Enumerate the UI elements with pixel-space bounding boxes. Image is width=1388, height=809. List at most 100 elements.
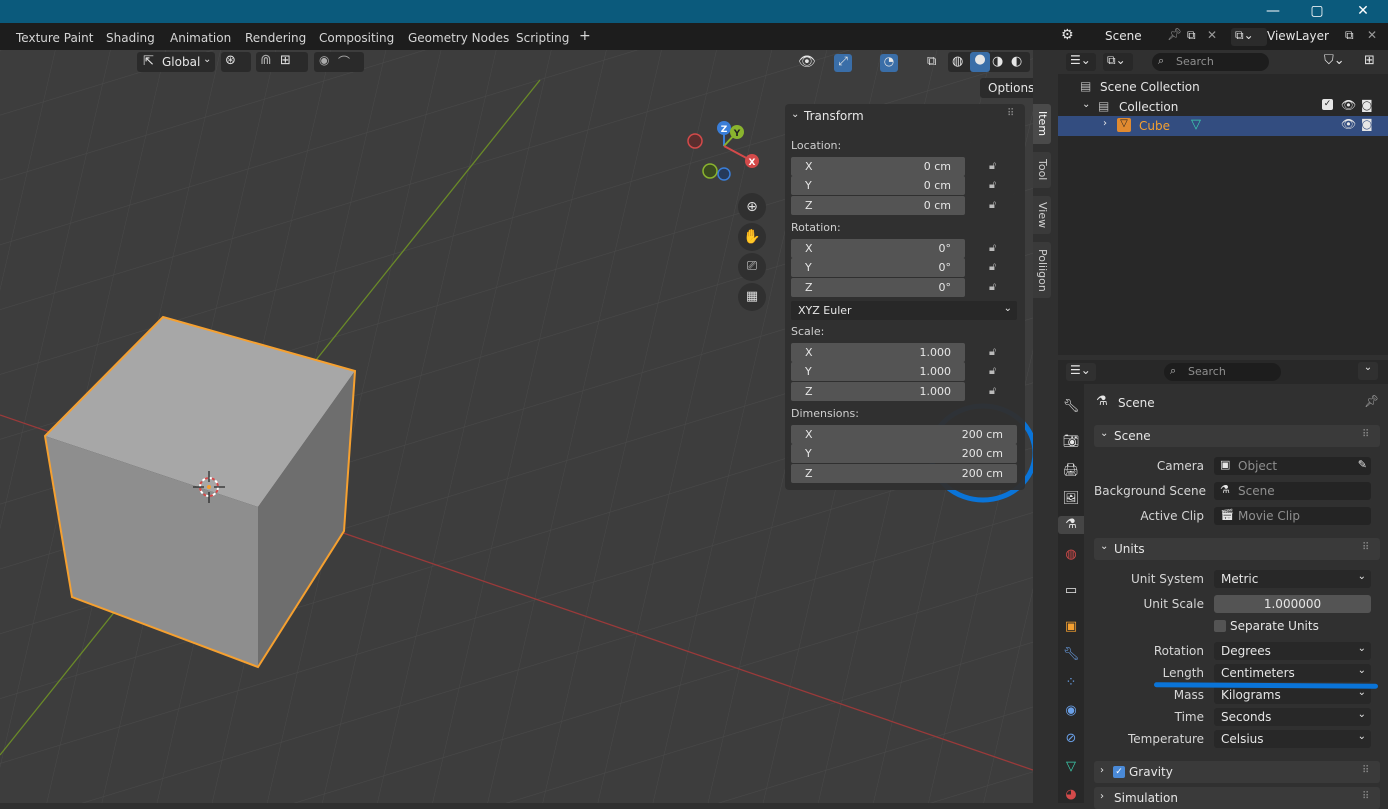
constraints-properties-icon[interactable]: ⊘ (1062, 730, 1080, 748)
display-mode-icon[interactable]: ⧉⌄ (1103, 53, 1133, 71)
navigation-gizmo[interactable]: Z Y X (684, 116, 764, 188)
dimensions-y-field[interactable]: Y 200 cm (791, 444, 1017, 463)
lock-icon[interactable]: 🔓︎ (989, 159, 996, 173)
view-layer-properties-icon[interactable]: 🖼︎ (1062, 490, 1080, 508)
render-camera-icon[interactable]: ◙ (1361, 98, 1373, 112)
modifier-properties-icon[interactable]: 🔧︎ (1062, 646, 1080, 664)
tab-animation[interactable]: Animation (170, 31, 231, 45)
snap-magnet-icon[interactable]: ⋒ (260, 52, 272, 68)
lock-icon[interactable]: 🔓︎ (989, 384, 996, 398)
scale-y-field[interactable]: Y 1.000 (791, 362, 965, 381)
particles-properties-icon[interactable]: ⁘ (1062, 674, 1080, 692)
location-x-field[interactable]: X0 cm (791, 157, 965, 176)
add-workspace-button[interactable]: + (579, 28, 591, 44)
physics-properties-icon[interactable]: ◉ (1062, 702, 1080, 720)
filter-icon[interactable]: ⛉⌄ (1324, 53, 1345, 68)
tab-tool[interactable]: Tool (1033, 152, 1051, 188)
output-properties-icon[interactable]: 🖨︎ (1062, 462, 1080, 480)
overlay-toggle-icon[interactable]: ◔ (880, 54, 898, 72)
material-preview-icon[interactable]: ◑ (992, 54, 1003, 69)
options-dropdown[interactable]: Options⌄ (980, 78, 1033, 98)
scene-icon[interactable]: ⚙ (1061, 27, 1074, 43)
rotation-y-field[interactable]: Y 0° (791, 258, 965, 277)
tab-scripting[interactable]: Scripting (516, 31, 569, 45)
tab-item[interactable]: Item (1033, 104, 1051, 144)
lock-icon[interactable]: 🔓︎ (989, 198, 996, 212)
lock-icon[interactable]: 🔓︎ (989, 178, 996, 192)
wireframe-shading-icon[interactable]: ◍ (952, 54, 963, 69)
length-units-dropdown[interactable]: Centimeters ⌄ (1214, 664, 1371, 682)
visibility-eye-icon[interactable]: 👁 (1341, 117, 1356, 131)
data-properties-icon[interactable]: ▽ (1062, 758, 1080, 776)
list-item[interactable]: ⌄ ▤ Collection ✓ 👁 ◙ (1058, 97, 1388, 117)
rotation-units-dropdown[interactable]: Degrees ⌄ (1214, 642, 1371, 660)
tool-settings-icon[interactable]: 🔧︎ (1062, 398, 1080, 416)
delete-view-layer-icon[interactable]: ✕ (1367, 28, 1377, 42)
delete-scene-icon[interactable]: ✕ (1207, 28, 1217, 42)
gravity-checkbox[interactable]: ✓ (1113, 766, 1125, 778)
tab-poliigon[interactable]: Poliigon (1033, 242, 1051, 298)
lock-icon[interactable]: 🔓︎ (989, 364, 996, 378)
camera-field[interactable]: ▣ Object ✎ (1214, 457, 1371, 475)
scene-panel-header[interactable]: ⌄ Scene ⠿ (1094, 425, 1380, 447)
ortho-grid-icon[interactable]: ▦ (738, 283, 766, 311)
rotation-x-field[interactable]: X 0° (791, 239, 965, 258)
zoom-icon[interactable]: ⊕ (738, 193, 766, 221)
new-scene-icon[interactable]: ⧉ (1187, 28, 1196, 43)
dimensions-x-field[interactable]: X 200 cm (791, 425, 1017, 444)
transform-title[interactable]: Transform (804, 109, 864, 123)
gizmo-toggle-icon[interactable]: ⤢ (834, 54, 852, 72)
world-properties-icon[interactable]: ◍ (1062, 546, 1080, 564)
scale-x-field[interactable]: X 1.000 (791, 343, 965, 362)
scene-properties-icon[interactable]: ⚗ (1058, 516, 1084, 534)
proportional-editing[interactable]: ◉ ⌒ (314, 52, 364, 72)
editor-type-icon[interactable]: ☰⌄ (1066, 363, 1096, 381)
tab-rendering[interactable]: Rendering (245, 31, 306, 45)
lock-icon[interactable]: 🔓︎ (989, 260, 996, 274)
simulation-panel-header[interactable]: › Simulation ⠿ (1094, 787, 1380, 809)
lock-icon[interactable]: 🔓︎ (989, 280, 996, 294)
chevron-down-icon[interactable]: ⌄ (791, 109, 799, 120)
solid-shading-icon[interactable]: ● (970, 52, 990, 72)
pin-icon[interactable]: 📌︎ (1364, 394, 1379, 408)
unit-scale-field[interactable]: 1.000000 (1214, 595, 1371, 613)
shading-modes[interactable]: ◍ ● ◑ ◐ (948, 52, 1030, 72)
rotation-mode-dropdown[interactable]: XYZ Euler ⌄ (791, 301, 1017, 320)
snap-controls[interactable]: ⋒ ⊞ (256, 52, 308, 72)
active-clip-field[interactable]: 🎬︎ Movie Clip (1214, 507, 1371, 525)
unit-system-dropdown[interactable]: Metric ⌄ (1214, 570, 1371, 588)
location-y-field[interactable]: Y0 cm (791, 176, 965, 195)
tab-shading[interactable]: Shading (106, 31, 155, 45)
rendered-shading-icon[interactable]: ◐ (1011, 54, 1022, 69)
close-icon[interactable]: ✕ (1340, 0, 1386, 23)
tab-geometry-nodes[interactable]: Geometry Nodes (408, 31, 509, 45)
maximize-icon[interactable]: ▢ (1294, 0, 1340, 23)
minimize-icon[interactable]: — (1250, 0, 1296, 23)
exclude-checkbox[interactable]: ✓ (1322, 99, 1333, 110)
orientation-dropdown[interactable]: ⇱ Global ⌄ (137, 52, 215, 72)
drag-handle-icon[interactable]: ⠿ (1007, 108, 1015, 119)
camera-view-icon[interactable]: ⎚ (738, 253, 766, 281)
render-camera-icon[interactable]: ◙ (1361, 117, 1373, 131)
tab-compositing[interactable]: Compositing (319, 31, 394, 45)
pivot-point-dropdown[interactable]: ⊛ (221, 52, 251, 72)
new-view-layer-icon[interactable]: ⧉ (1345, 28, 1354, 43)
collection-properties-icon[interactable]: ▭ (1062, 582, 1080, 600)
rotation-z-field[interactable]: Z 0° (791, 278, 965, 297)
visibility-eye-icon[interactable]: 👁 (798, 54, 816, 70)
location-z-field[interactable]: Z0 cm (791, 196, 965, 215)
outliner-search-input[interactable]: ⌕ Search (1152, 53, 1269, 71)
list-item-cube[interactable]: › ▽ Cube ▽ 👁 ◙ (1058, 116, 1388, 136)
separate-units-checkbox[interactable] (1214, 620, 1226, 632)
pan-hand-icon[interactable]: ✋ (738, 223, 766, 251)
scale-z-field[interactable]: Z 1.000 (791, 382, 965, 401)
object-properties-icon[interactable]: ▣ (1062, 618, 1080, 636)
time-units-dropdown[interactable]: Seconds ⌄ (1214, 708, 1371, 726)
properties-search-input[interactable]: ⌕ Search (1164, 363, 1281, 381)
new-collection-icon[interactable]: ⊞ (1364, 53, 1375, 68)
view-layer-icon[interactable]: ⧉⌄ (1235, 28, 1254, 43)
editor-type-icon[interactable]: ☰⌄ (1066, 53, 1096, 71)
visibility-eye-icon[interactable]: 👁 (1341, 98, 1356, 112)
view-layer-name[interactable]: ViewLayer (1267, 29, 1329, 43)
lock-icon[interactable]: 🔓︎ (989, 241, 996, 255)
